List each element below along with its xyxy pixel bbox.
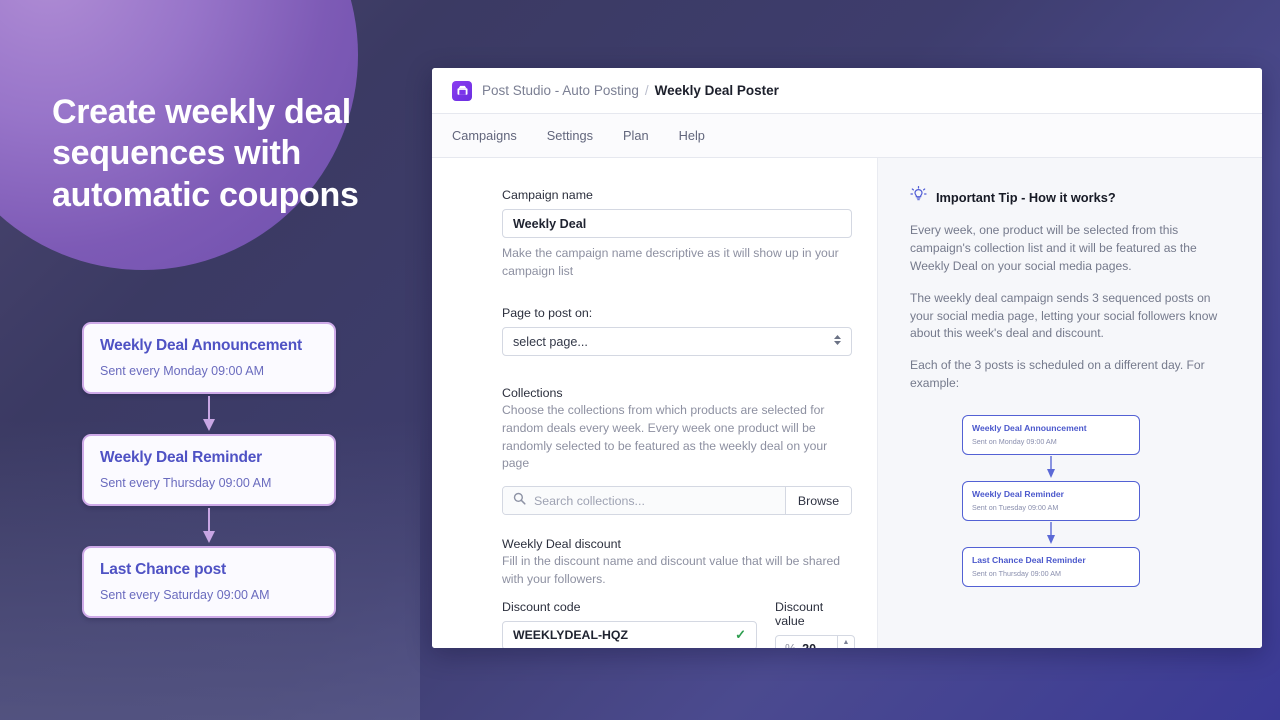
campaign-name-value: Weekly Deal: [513, 216, 587, 231]
nav-item-settings[interactable]: Settings: [547, 128, 593, 143]
campaign-name-input[interactable]: Weekly Deal: [502, 209, 852, 238]
discount-title: Weekly Deal discount: [502, 537, 621, 552]
discount-description: Fill in the discount name and discount v…: [502, 554, 841, 586]
discount-code-value: WEEKLYDEAL-HQZ: [513, 628, 629, 642]
flow-card-title: Weekly Deal Reminder: [100, 449, 262, 466]
campaign-name-help: Make the campaign name descriptive as it…: [502, 246, 839, 278]
flow-arrow-icon: [203, 396, 215, 431]
promo-canvas: Create weekly deal sequences with automa…: [0, 0, 1280, 720]
tip-flow-card-subtitle: Sent on Tuesday 09:00 AM: [972, 503, 1059, 513]
collections-description: Choose the collections from which produc…: [502, 403, 828, 471]
flow-card-title: Weekly Deal Announcement: [100, 337, 302, 354]
nav-item-plan[interactable]: Plan: [623, 128, 649, 143]
flow-arrow-icon: [203, 508, 215, 543]
discount-fields-row: Discount code WEEKLYDEAL-HQZ ✓ Discount …: [502, 599, 855, 648]
tip-flow-card-title: Last Chance Deal Reminder: [972, 555, 1086, 566]
app-topbar: Post Studio - Auto Posting / Weekly Deal…: [432, 68, 1262, 114]
tip-panel: Important Tip - How it works? Every week…: [877, 158, 1262, 648]
breadcrumb: Post Studio - Auto Posting / Weekly Deal…: [482, 83, 779, 98]
flow-card-title: Last Chance post: [100, 561, 226, 578]
tip-flow-arrow-icon: [1047, 456, 1055, 479]
chevron-up-down-icon: [833, 333, 842, 350]
tip-header: Important Tip - How it works?: [910, 186, 1234, 208]
discount-value-number: 20: [802, 642, 816, 648]
page-to-post-label: Page to post on:: [502, 306, 593, 321]
tip-flow-diagram: Weekly Deal Announcement Sent on Monday …: [962, 415, 1140, 588]
nav-item-campaigns[interactable]: Campaigns: [452, 128, 517, 143]
tip-flow-card: Last Chance Deal Reminder Sent on Thursd…: [962, 547, 1140, 588]
discount-value-unit: %: [785, 642, 796, 648]
app-window: Post Studio - Auto Posting / Weekly Deal…: [432, 68, 1262, 648]
page-to-post-value: select page...: [513, 334, 588, 349]
checkmark-icon: ✓: [735, 627, 746, 642]
flow-card: Weekly Deal Reminder Sent every Thursday…: [82, 434, 336, 506]
tip-title: Important Tip - How it works?: [936, 189, 1116, 205]
flow-card-subtitle: Sent every Thursday 09:00 AM: [100, 476, 272, 490]
app-navbar: Campaigns Settings Plan Help: [432, 114, 1262, 158]
promo-headline: Create weekly deal sequences with automa…: [52, 93, 359, 214]
search-collections-placeholder: Search collections...: [534, 493, 645, 508]
flow-card: Last Chance post Sent every Saturday 09:…: [82, 546, 336, 618]
campaign-name-label: Campaign name: [502, 188, 593, 202]
tip-flow-arrow-icon: [1047, 522, 1055, 545]
tip-paragraph: Each of the 3 posts is scheduled on a di…: [910, 358, 1205, 391]
nav-item-help[interactable]: Help: [679, 128, 705, 143]
mailbox-icon: [452, 80, 472, 101]
lightbulb-icon: [910, 186, 927, 208]
flow-card-subtitle: Sent every Monday 09:00 AM: [100, 364, 264, 378]
tip-flow-card: Weekly Deal Announcement Sent on Monday …: [962, 415, 1140, 456]
collections-search-row: Search collections... Browse: [502, 486, 852, 516]
search-icon: [513, 492, 526, 510]
campaign-form: Campaign name Weekly Deal Make the campa…: [432, 158, 877, 648]
search-collections-input[interactable]: Search collections...: [503, 487, 785, 515]
tip-flow-card-subtitle: Sent on Thursday 09:00 AM: [972, 569, 1061, 579]
discount-value-label: Discount value: [775, 599, 824, 628]
discount-value-stepper[interactable]: % 20 ▲ ▼: [775, 634, 855, 649]
promo-flow-diagram: Weekly Deal Announcement Sent every Mond…: [82, 322, 336, 618]
page-to-post-select[interactable]: select page...: [502, 327, 852, 357]
tip-flow-card-title: Weekly Deal Announcement: [972, 423, 1087, 434]
caret-up-icon[interactable]: ▲: [838, 636, 854, 649]
discount-code-input[interactable]: WEEKLYDEAL-HQZ ✓: [502, 620, 757, 648]
flow-card-subtitle: Sent every Saturday 09:00 AM: [100, 588, 270, 602]
breadcrumb-separator: /: [644, 83, 649, 98]
breadcrumb-current-page: Weekly Deal Poster: [654, 83, 779, 98]
discount-code-label: Discount code: [502, 599, 581, 614]
discount-value-spin-buttons: ▲ ▼: [837, 635, 854, 649]
flow-card: Weekly Deal Announcement Sent every Mond…: [82, 322, 336, 394]
tip-flow-card-title: Weekly Deal Reminder: [972, 489, 1065, 500]
browse-button[interactable]: Browse: [785, 487, 851, 515]
tip-paragraph: The weekly deal campaign sends 3 sequenc…: [910, 290, 1218, 341]
app-body: Campaign name Weekly Deal Make the campa…: [432, 158, 1262, 648]
breadcrumb-app-link[interactable]: Post Studio - Auto Posting: [482, 83, 639, 98]
tip-flow-card: Weekly Deal Reminder Sent on Tuesday 09:…: [962, 481, 1140, 522]
tip-paragraph: Every week, one product will be selected…: [910, 223, 1197, 273]
collections-title: Collections: [502, 386, 563, 401]
tip-flow-card-subtitle: Sent on Monday 09:00 AM: [972, 437, 1057, 447]
discount-value-field: Discount value % 20 ▲ ▼: [775, 599, 855, 649]
discount-code-field: Discount code WEEKLYDEAL-HQZ ✓: [502, 599, 757, 648]
